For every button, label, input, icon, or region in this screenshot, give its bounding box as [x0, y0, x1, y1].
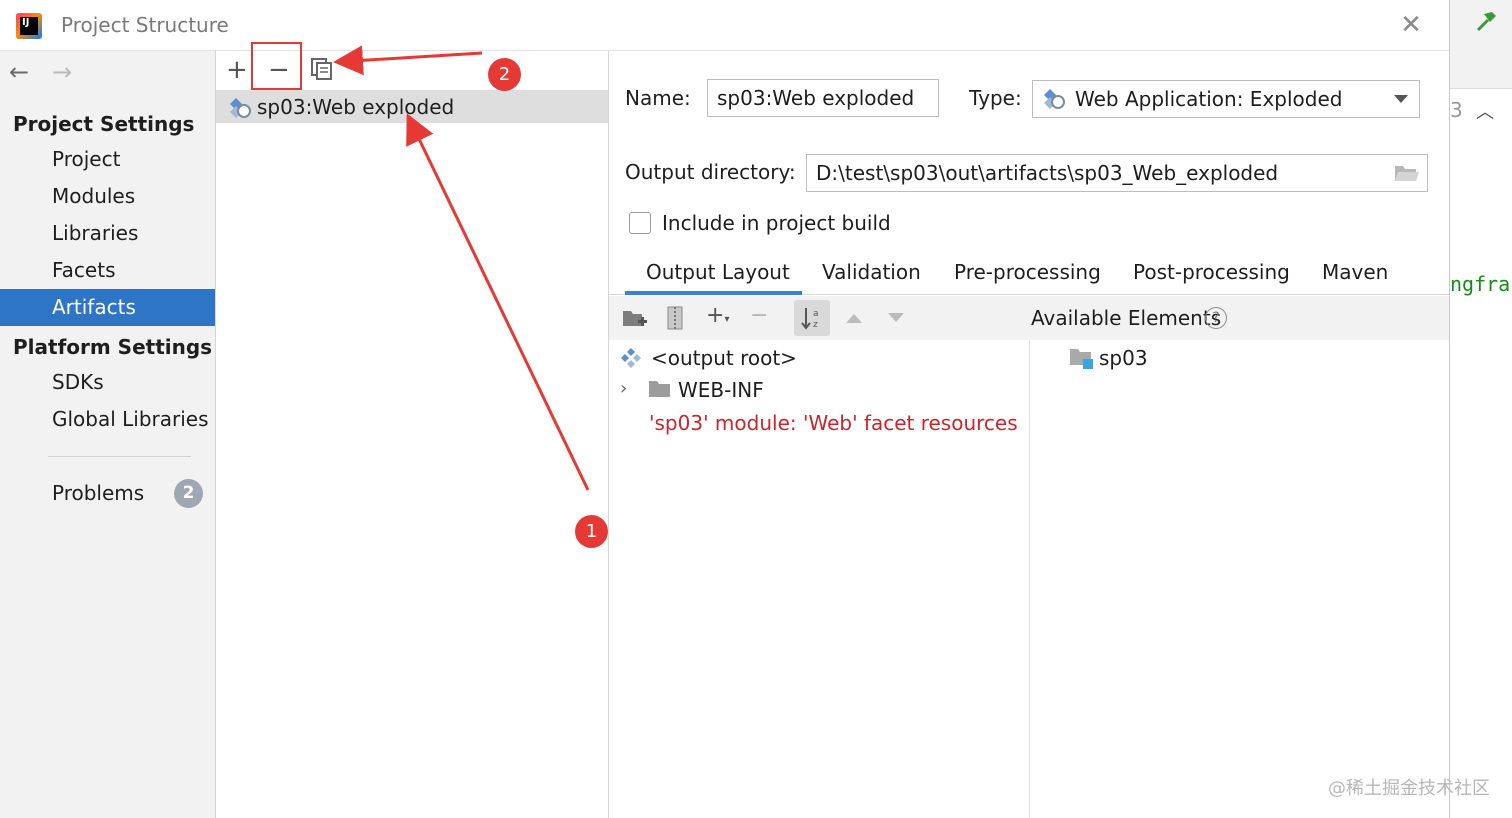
- tab-post-processing[interactable]: Post-processing: [1133, 260, 1290, 284]
- ide-toolbar-strip: [1450, 0, 1512, 89]
- forward-arrow-icon[interactable]: →: [52, 58, 72, 86]
- tree-item-facet-resources[interactable]: 'sp03' module: 'Web' facet resources: [649, 411, 1018, 435]
- folder-icon: [649, 381, 670, 397]
- watermark: @稀土掘金技术社区: [1328, 778, 1490, 799]
- include-in-build-label: Include in project build: [662, 211, 891, 235]
- svg-text:a: a: [813, 309, 819, 319]
- output-directory-label: Output directory:: [625, 160, 796, 184]
- remove-element-button[interactable]: −: [750, 303, 768, 328]
- type-label: Type:: [969, 86, 1022, 110]
- include-in-build-checkbox[interactable]: [629, 212, 651, 234]
- artifacts-list-panel: [216, 51, 609, 818]
- code-fragment: ngfra: [1450, 272, 1511, 296]
- move-down-icon[interactable]: [887, 312, 905, 324]
- create-directory-icon[interactable]: [622, 308, 648, 330]
- problems-count-badge: 2: [174, 479, 203, 508]
- project-settings-header: Project Settings: [13, 112, 195, 136]
- active-tab-indicator: [625, 291, 802, 295]
- sidebar-item-global-libraries[interactable]: Global Libraries: [0, 401, 215, 438]
- close-icon[interactable]: ✕: [1398, 12, 1424, 38]
- add-artifact-button[interactable]: +: [226, 55, 248, 85]
- chevron-down-icon[interactable]: [1393, 94, 1409, 104]
- project-structure-dialog: IJ Project Structure ✕ ← → Project Setti…: [0, 0, 1450, 818]
- name-field[interactable]: sp03:Web exploded: [707, 79, 939, 117]
- web-artifact-icon: [230, 98, 251, 118]
- annotation-highlight-box: [251, 42, 302, 90]
- module-folder-icon: [1070, 349, 1093, 369]
- tree-item-sp03[interactable]: sp03: [1099, 346, 1148, 370]
- intellij-logo-icon: IJ: [16, 13, 42, 39]
- sidebar-item-project[interactable]: Project: [0, 141, 215, 178]
- sidebar-divider: [48, 456, 191, 457]
- create-archive-icon[interactable]: [666, 306, 684, 330]
- sidebar-item-modules[interactable]: Modules: [0, 178, 215, 215]
- tab-maven[interactable]: Maven: [1322, 260, 1388, 284]
- sort-elements-button[interactable]: a z: [794, 300, 830, 336]
- build-hammer-icon[interactable]: [1472, 8, 1500, 36]
- copy-icon[interactable]: [311, 58, 333, 80]
- platform-settings-header: Platform Settings: [13, 335, 213, 359]
- tree-item-web-inf[interactable]: WEB-INF: [678, 378, 764, 402]
- title-bar: IJ Project Structure ✕: [0, 0, 1449, 51]
- sidebar-item-facets[interactable]: Facets: [0, 252, 215, 289]
- sidebar-item-libraries[interactable]: Libraries: [0, 215, 215, 252]
- type-select-value: Web Application: Exploded: [1075, 87, 1343, 111]
- web-app-icon: [1044, 89, 1065, 109]
- tree-divider: [1029, 340, 1030, 818]
- annotation-badge-1: 1: [575, 515, 608, 548]
- browse-folder-icon[interactable]: [1394, 162, 1420, 184]
- tab-validation[interactable]: Validation: [822, 260, 921, 284]
- output-root-icon: [621, 348, 641, 368]
- sidebar-item-sdks[interactable]: SDKs: [0, 364, 215, 401]
- back-arrow-icon[interactable]: ←: [9, 58, 29, 86]
- collapse-chevron-icon[interactable]: ︿: [1476, 98, 1494, 124]
- tab-output-layout[interactable]: Output Layout: [646, 260, 790, 284]
- move-up-icon[interactable]: [845, 312, 863, 324]
- ide-background: 3 ︿ ngfra: [1450, 0, 1512, 818]
- tab-pre-processing[interactable]: Pre-processing: [954, 260, 1101, 284]
- type-select[interactable]: Web Application: Exploded: [1032, 80, 1420, 118]
- annotation-badge-2: 2: [488, 58, 521, 91]
- sidebar-item-artifacts[interactable]: Artifacts: [0, 289, 215, 326]
- help-icon[interactable]: ?: [1205, 307, 1227, 329]
- add-element-button[interactable]: +▾: [706, 303, 729, 328]
- name-label: Name:: [625, 86, 691, 110]
- layout-toolbar: [609, 296, 1449, 340]
- svg-text:z: z: [813, 320, 818, 330]
- line-number: 3: [1450, 98, 1463, 122]
- output-directory-field[interactable]: D:\test\sp03\out\artifacts\sp03_Web_expl…: [806, 154, 1428, 192]
- expand-chevron-icon[interactable]: ›: [620, 378, 627, 399]
- tree-item-output-root[interactable]: <output root>: [651, 346, 797, 370]
- artifact-name: sp03:Web exploded: [257, 95, 455, 119]
- sort-alpha-icon: a z: [801, 308, 819, 330]
- dialog-title: Project Structure: [61, 13, 229, 37]
- available-elements-label: Available Elements: [1031, 306, 1222, 330]
